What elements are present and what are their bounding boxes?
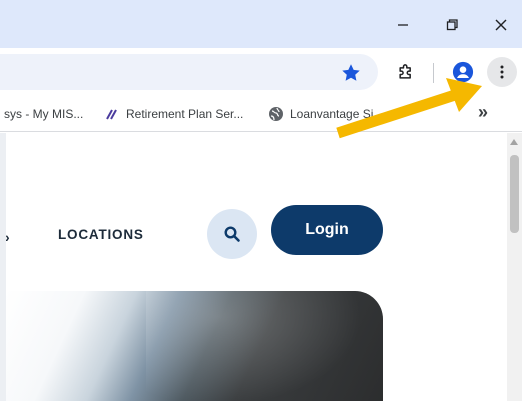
browser-toolbar bbox=[0, 48, 522, 96]
hero-image bbox=[6, 291, 383, 401]
site-search-button[interactable] bbox=[207, 209, 257, 259]
globe-icon bbox=[269, 107, 283, 121]
nav-locations-link[interactable]: LOCATIONS bbox=[58, 227, 144, 242]
page-scrollbar[interactable] bbox=[507, 133, 522, 401]
bookmark-star-button[interactable] bbox=[340, 62, 362, 84]
bookmark-item[interactable]: sys - My MIS... bbox=[4, 104, 83, 124]
close-icon bbox=[495, 19, 507, 31]
three-dot-menu-icon bbox=[500, 65, 504, 79]
scroll-thumb[interactable] bbox=[510, 155, 519, 233]
restore-icon bbox=[446, 19, 458, 31]
page-left-edge bbox=[0, 133, 6, 401]
bookmark-label: Loanvantage Si bbox=[290, 107, 374, 121]
toolbar-divider bbox=[433, 63, 434, 83]
bookmark-item[interactable]: Loanvantage Si bbox=[268, 104, 373, 124]
bookmark-item[interactable]: Retirement Plan Ser... bbox=[104, 104, 243, 124]
bookmark-label: Retirement Plan Ser... bbox=[126, 107, 244, 121]
close-button[interactable] bbox=[486, 10, 516, 40]
bookmarks-bar: sys - My MIS... Retirement Plan Ser... L… bbox=[0, 96, 522, 132]
hero-image-highlight bbox=[146, 291, 383, 401]
star-icon bbox=[342, 64, 360, 81]
browser-menu-button[interactable] bbox=[487, 57, 517, 87]
web-page: › LOCATIONS Login bbox=[0, 133, 507, 401]
minimize-button[interactable] bbox=[388, 10, 418, 40]
minimize-icon bbox=[398, 24, 408, 26]
scroll-up-arrow[interactable] bbox=[510, 139, 518, 145]
login-button[interactable]: Login bbox=[271, 205, 383, 255]
bookmarks-overflow-button[interactable]: » bbox=[478, 102, 488, 123]
profile-icon bbox=[452, 61, 474, 83]
restore-button[interactable] bbox=[437, 10, 467, 40]
browser-titlebar bbox=[0, 0, 522, 48]
address-bar[interactable] bbox=[0, 54, 378, 90]
puzzle-icon bbox=[399, 64, 411, 79]
search-icon bbox=[224, 226, 240, 242]
bookmark-label: sys - My MIS... bbox=[4, 107, 84, 121]
extensions-button[interactable] bbox=[392, 58, 420, 86]
slash-logo-icon bbox=[106, 109, 117, 120]
profile-button[interactable] bbox=[449, 58, 477, 86]
